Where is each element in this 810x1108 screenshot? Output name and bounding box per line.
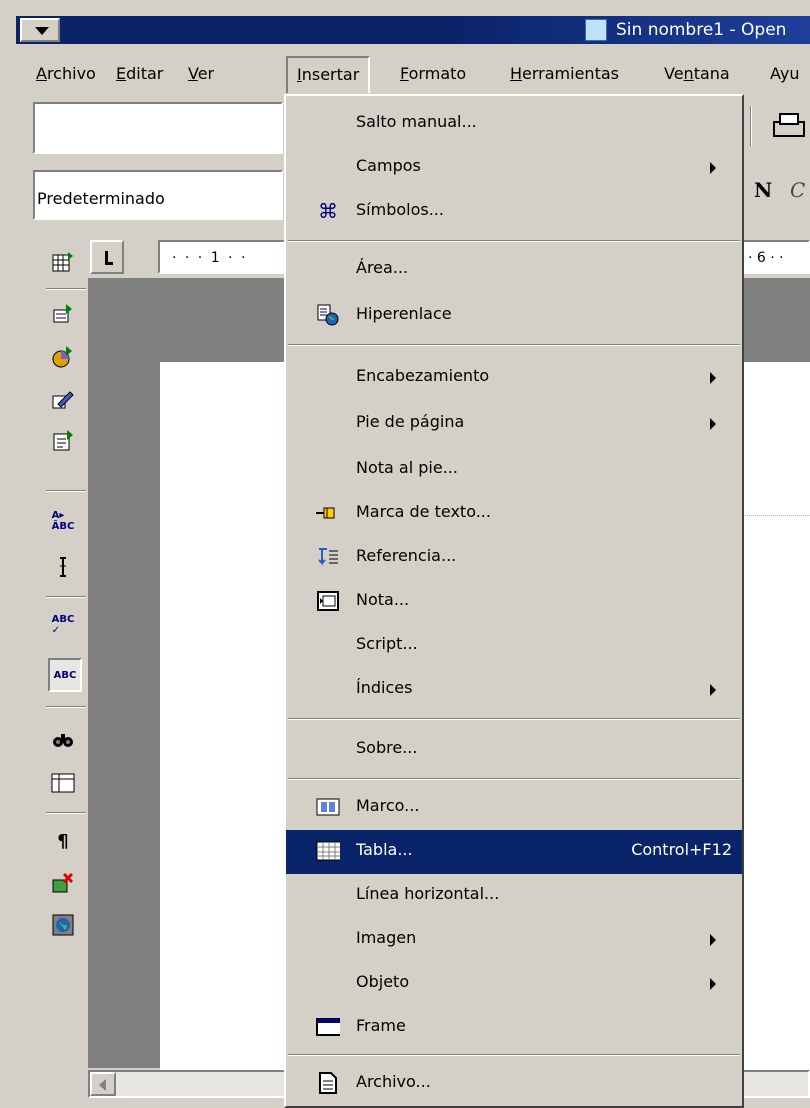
menu-separator [288, 344, 740, 346]
text-cursor-icon[interactable] [50, 554, 76, 580]
insert-object-icon[interactable] [50, 344, 76, 370]
document-icon [316, 1072, 340, 1094]
menu-item-objeto[interactable]: Objeto [286, 962, 742, 1006]
spellcheck-icon[interactable]: ABC ✓ [50, 612, 76, 638]
floating-frame-icon [316, 1016, 340, 1038]
insert-menu: Salto manual... Campos ⌘ Símbolos... Áre… [284, 94, 744, 1108]
auto-spellcheck-icon[interactable]: ABC [48, 658, 82, 692]
menu-item-nota-al-pie[interactable]: Nota al pie... [286, 448, 742, 492]
menu-ayuda[interactable]: Ayu [770, 64, 799, 83]
menu-formato[interactable]: Formato [400, 64, 466, 83]
menu-item-campos[interactable]: Campos [286, 146, 742, 190]
toolbar-separator [46, 812, 86, 814]
menu-insertar[interactable]: Insertar [286, 56, 371, 93]
menu-archivo[interactable]: Archivo [36, 64, 96, 83]
toolbar-separator [46, 706, 86, 708]
scroll-left-button[interactable] [90, 1072, 116, 1096]
frame-icon [316, 796, 340, 818]
menu-separator [288, 718, 740, 720]
online-layout-icon[interactable] [50, 912, 76, 938]
toolbar-separator [46, 490, 86, 492]
ruler-marks-left: · · · 1 · · [172, 250, 248, 266]
toolbar-separator [46, 288, 86, 290]
menu-item-tabla[interactable]: Tabla... Control+F12 [286, 830, 742, 874]
menu-item-script[interactable]: Script... [286, 624, 742, 668]
menu-item-referencia[interactable]: Referencia... [286, 536, 742, 580]
submenu-arrow-icon [710, 372, 716, 384]
window-title: Sin nombre1 - Open [616, 20, 787, 40]
submenu-arrow-icon [710, 934, 716, 946]
menu-separator [288, 778, 740, 780]
data-sources-icon[interactable] [50, 770, 76, 796]
symbols-icon: ⌘ [318, 199, 338, 223]
submenu-arrow-icon [710, 418, 716, 430]
submenu-arrow-icon [710, 162, 716, 174]
menu-bar: Archivo Editar Ver Insertar Formato Herr… [16, 46, 810, 93]
menu-herramientas[interactable]: Herramientas [510, 64, 619, 83]
menu-item-archivo[interactable]: Archivo... [286, 1062, 742, 1106]
menu-item-imagen[interactable]: Imagen [286, 918, 742, 962]
cross-reference-icon [316, 546, 340, 568]
menu-item-area[interactable]: Área... [286, 248, 742, 292]
menu-item-linea-horizontal[interactable]: Línea horizontal... [286, 874, 742, 918]
menu-ventana[interactable]: Ventana [664, 64, 730, 83]
menu-editar[interactable]: Editar [116, 64, 163, 83]
submenu-arrow-icon [710, 684, 716, 696]
menu-item-marco[interactable]: Marco... [286, 786, 742, 830]
find-icon[interactable] [50, 726, 76, 752]
insert-table-icon[interactable] [50, 250, 76, 276]
hyperlink-icon [316, 304, 340, 326]
main-toolbar: A▸ ÂBC ABC ✓ ABC ¶ [16, 236, 86, 1108]
menu-item-simbolos[interactable]: ⌘ Símbolos... [286, 190, 742, 234]
menu-item-indices[interactable]: Índices [286, 668, 742, 712]
italic-button[interactable]: C [790, 178, 805, 202]
note-icon [316, 590, 340, 612]
table-icon [316, 840, 340, 862]
menu-separator [288, 240, 740, 242]
toolbar-separator [46, 596, 86, 598]
text-boundary [740, 515, 810, 516]
menu-item-sobre[interactable]: Sobre... [286, 728, 742, 772]
insert-field-icon[interactable] [50, 302, 76, 328]
menu-item-salto-manual[interactable]: Salto manual... [286, 102, 742, 146]
graphics-off-icon[interactable] [50, 870, 76, 896]
autotext-icon[interactable]: A▸ ÂBC [50, 508, 76, 534]
ruler-marks-right: · 6 · · [748, 250, 784, 266]
app-icon [585, 19, 607, 41]
draw-functions-icon[interactable] [50, 386, 76, 412]
bookmark-icon [316, 502, 340, 524]
window-menu-button[interactable] [20, 18, 60, 42]
url-field[interactable] [33, 102, 283, 154]
menu-item-frame[interactable]: Frame [286, 1006, 742, 1050]
menu-item-nota[interactable]: Nota... [286, 580, 742, 624]
menu-item-encabezamiento[interactable]: Encabezamiento [286, 356, 742, 400]
menu-item-marca-de-texto[interactable]: Marca de texto... [286, 492, 742, 536]
menu-ver[interactable]: Ver [188, 64, 214, 83]
tabla-shortcut: Control+F12 [631, 840, 732, 859]
paragraph-style-value: Predeterminado [37, 189, 165, 208]
menu-item-pie-de-pagina[interactable]: Pie de página [286, 402, 742, 446]
menu-item-hiperenlace[interactable]: Hiperenlace [286, 294, 742, 338]
bold-button[interactable]: N [754, 178, 772, 202]
submenu-arrow-icon [710, 978, 716, 990]
menu-separator [288, 1054, 740, 1056]
tab-stop-selector[interactable] [90, 240, 124, 274]
form-functions-icon[interactable] [50, 428, 76, 454]
formatting-marks-icon[interactable]: ¶ [50, 828, 76, 854]
